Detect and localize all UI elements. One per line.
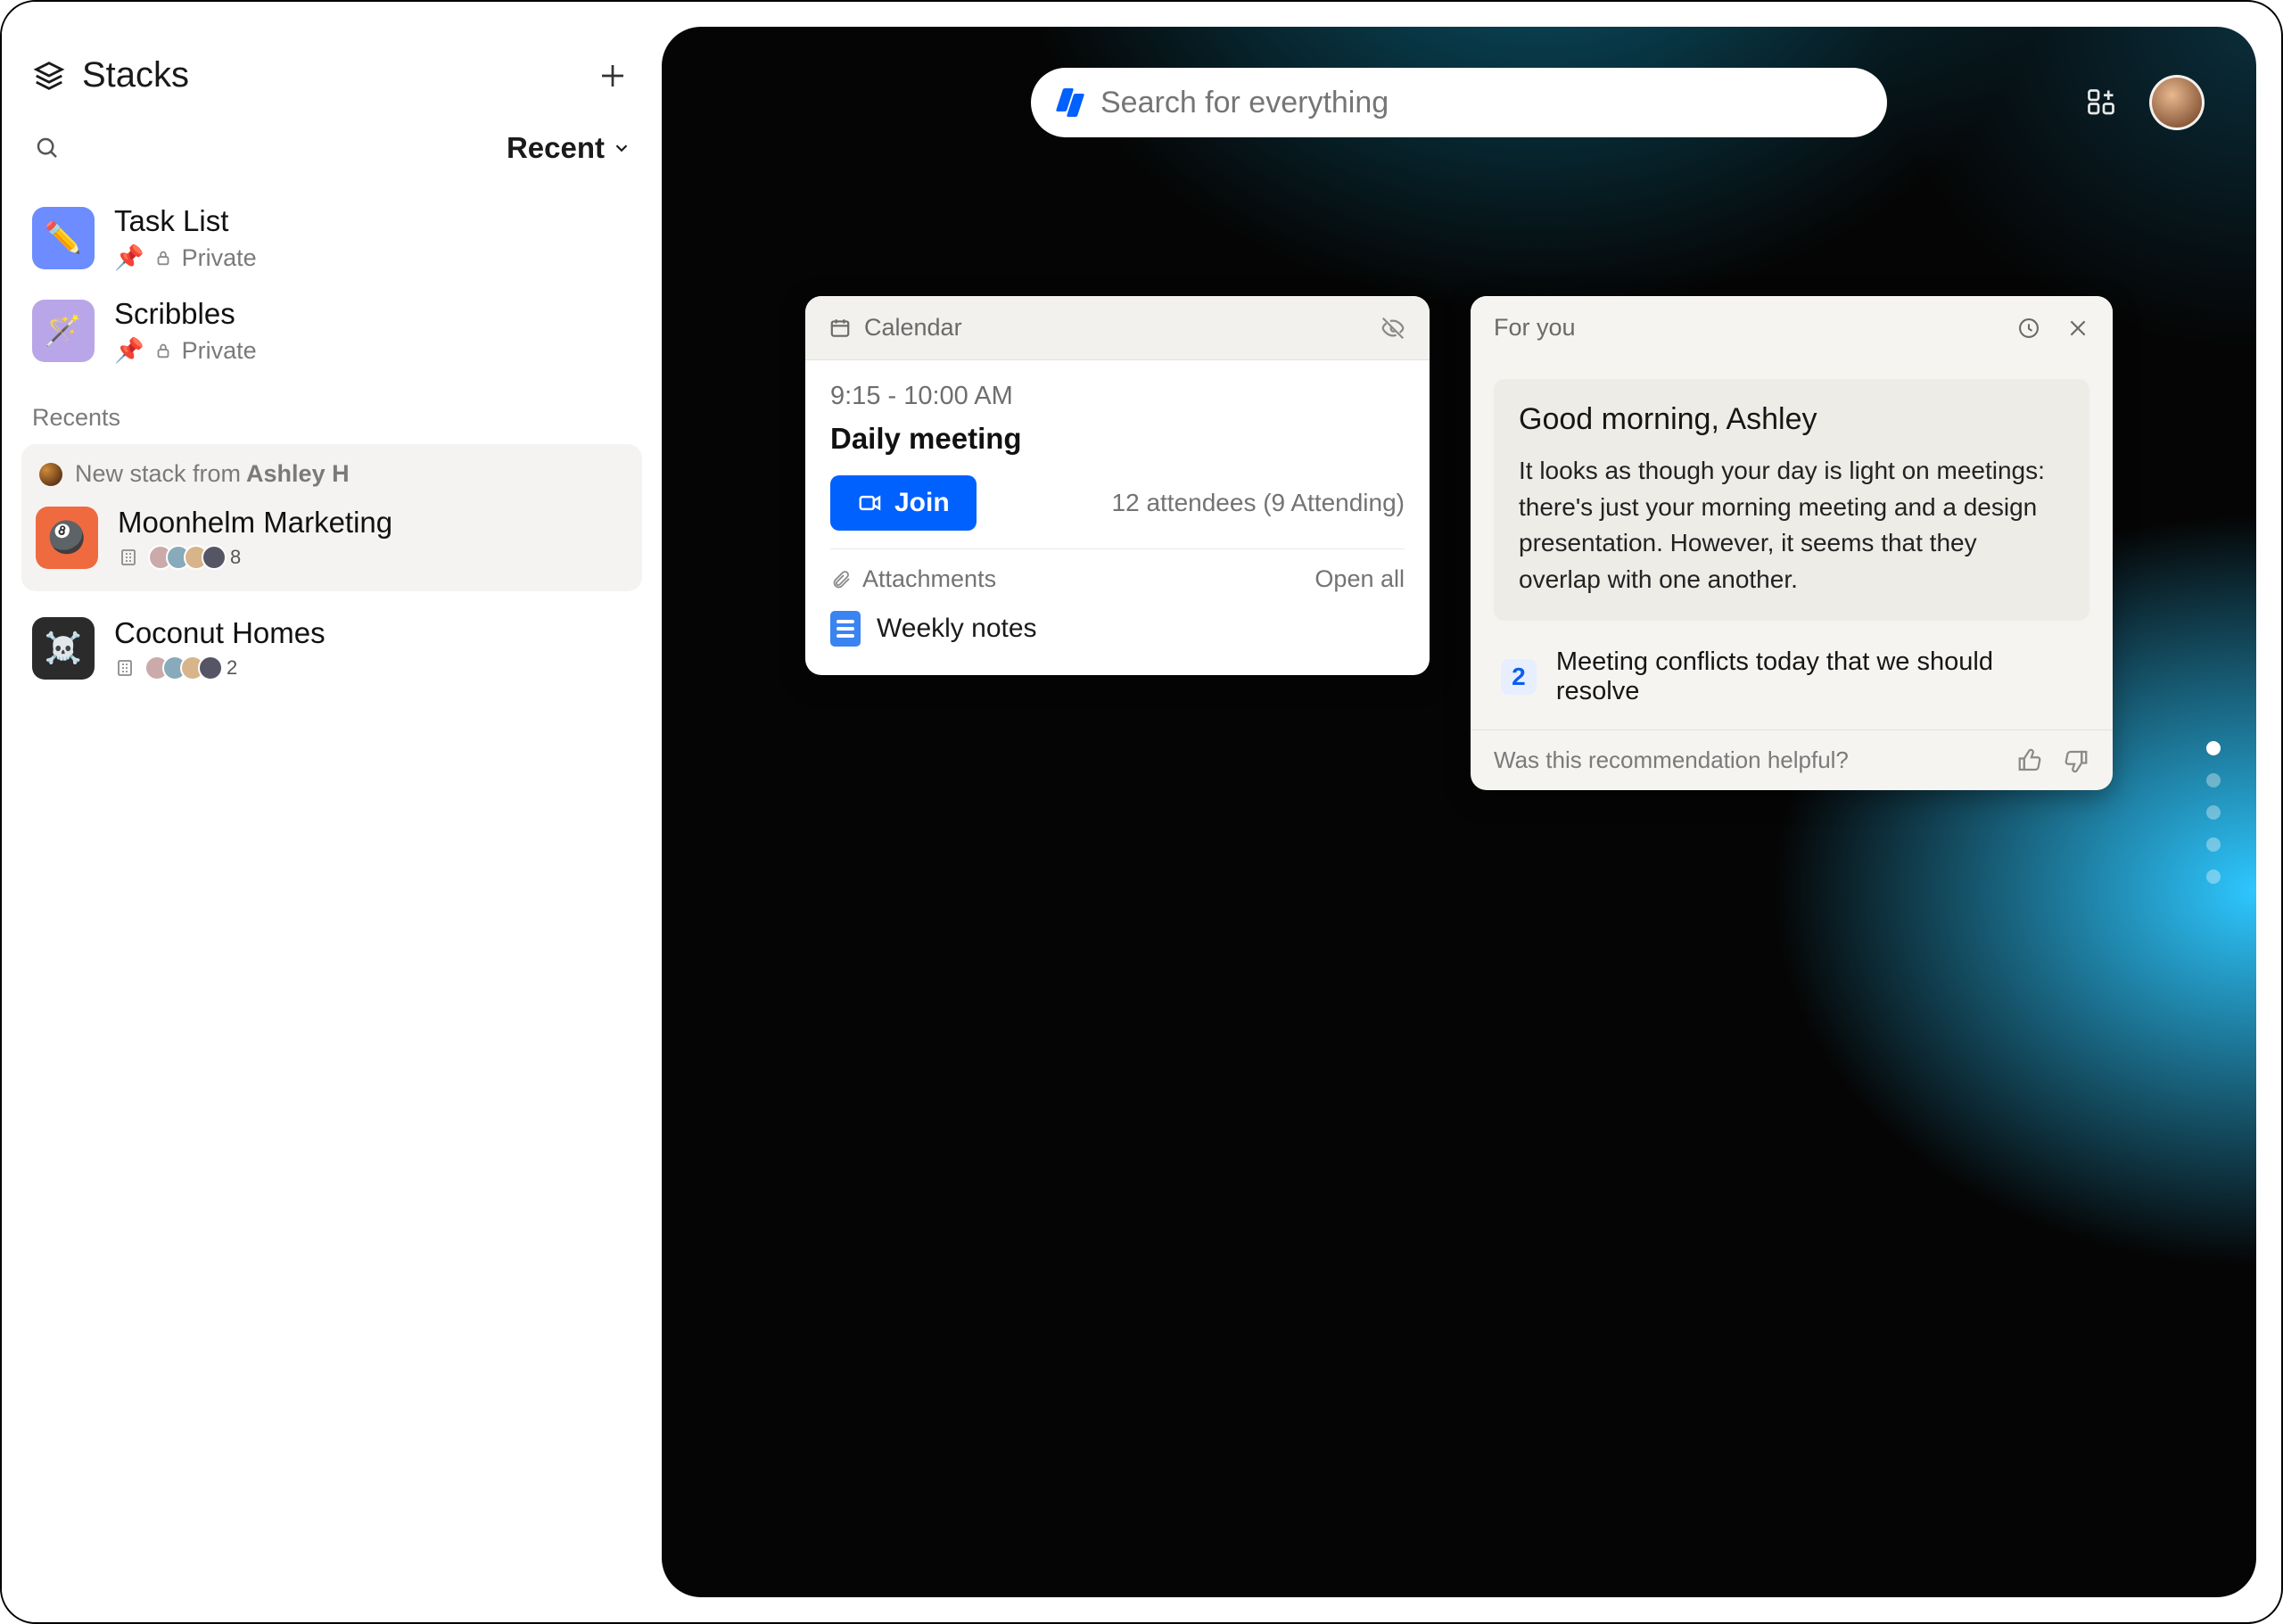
attendees-text: 12 attendees (9 Attending)	[1112, 489, 1405, 517]
hide-card-button[interactable]	[1380, 315, 1406, 342]
stack-meta: 8	[118, 545, 392, 570]
stack-item[interactable]: 🎱 Moonhelm Marketing 8	[34, 500, 630, 575]
summary-text: It looks as though your day is light on …	[1519, 453, 2065, 598]
main-canvas: Calendar 9:15 - 10:00 AM Daily meeting	[662, 2, 2281, 1622]
action-text: Meeting conflicts today that we should r…	[1556, 647, 2082, 706]
attachment-name: Weekly notes	[877, 614, 1037, 644]
pin-icon: 📌	[114, 243, 144, 272]
add-widget-button[interactable]	[2085, 87, 2117, 119]
new-stack-banner: New stack from Ashley H	[34, 458, 630, 500]
thumbs-down-icon	[2063, 747, 2089, 774]
sidebar-title: Stacks	[82, 55, 189, 95]
recents-highlight-group: New stack from Ashley H 🎱 Moonhelm Marke…	[21, 444, 642, 591]
greeting-text: Good morning, Ashley	[1519, 402, 2065, 437]
open-all-button[interactable]: Open all	[1315, 565, 1405, 593]
event-time: 9:15 - 10:00 AM	[830, 382, 1405, 411]
stack-icon: ✏️	[32, 207, 95, 269]
for-you-card-title: For you	[1494, 314, 1576, 342]
page-dot[interactable]	[2206, 870, 2221, 884]
page-dot[interactable]	[2206, 773, 2221, 787]
sort-dropdown[interactable]: Recent	[507, 131, 631, 165]
page-dot[interactable]	[2206, 741, 2221, 755]
attachments-label: Attachments	[862, 565, 996, 593]
stack-meta: 📌 Private	[114, 336, 257, 365]
stack-meta: 📌 Private	[114, 243, 257, 272]
eye-off-icon	[1380, 315, 1406, 342]
recents-heading: Recents	[27, 377, 637, 444]
org-icon	[118, 547, 139, 568]
member-avatars: 8	[148, 545, 241, 570]
stack-name: Task List	[114, 204, 257, 238]
event-title: Daily meeting	[830, 422, 1405, 456]
lock-icon	[153, 248, 173, 268]
stack-item[interactable]: 🪄 Scribbles 📌 Private	[27, 284, 637, 377]
document-icon	[830, 611, 861, 647]
attachment-icon	[830, 569, 852, 590]
calendar-card: Calendar 9:15 - 10:00 AM Daily meeting	[805, 296, 1430, 675]
page-indicator	[2206, 741, 2221, 884]
plus-icon	[597, 60, 629, 92]
widgets-icon	[2085, 87, 2117, 119]
thumbs-up-button[interactable]	[2016, 747, 2043, 774]
sort-label: Recent	[507, 131, 605, 165]
attachment-item[interactable]: Weekly notes	[830, 606, 1405, 666]
feedback-prompt: Was this recommendation helpful?	[1494, 746, 1849, 774]
thumbs-down-button[interactable]	[2063, 747, 2089, 774]
stack-name: Coconut Homes	[114, 616, 326, 650]
page-dot[interactable]	[2206, 805, 2221, 820]
stack-icon: 🎱	[36, 507, 98, 569]
history-button[interactable]	[2016, 316, 2041, 341]
member-avatars: 2	[144, 655, 237, 680]
global-search[interactable]	[1031, 68, 1887, 137]
close-card-button[interactable]	[2066, 317, 2089, 340]
search-icon	[34, 135, 61, 161]
suggested-action[interactable]: 2 Meeting conflicts today that we should…	[1494, 633, 2089, 730]
summary-block: Good morning, Ashley It looks as though …	[1494, 379, 2089, 621]
stack-name: Scribbles	[114, 297, 257, 331]
lock-icon	[153, 341, 173, 360]
stack-item[interactable]: ✏️ Task List 📌 Private	[27, 192, 637, 284]
profile-avatar[interactable]	[2149, 75, 2205, 130]
stack-icon: ☠️	[32, 617, 95, 680]
chevron-down-icon	[612, 138, 631, 158]
brand-logo-icon	[1056, 88, 1084, 117]
video-icon	[857, 490, 884, 516]
calendar-card-title: Calendar	[864, 314, 962, 342]
stack-icon: 🪄	[32, 300, 95, 362]
stack-meta: 2	[114, 655, 326, 680]
page-dot[interactable]	[2206, 837, 2221, 852]
stack-item[interactable]: ☠️ Coconut Homes 2	[27, 604, 637, 693]
stack-name: Moonhelm Marketing	[118, 506, 392, 540]
stacks-icon	[32, 59, 66, 93]
close-icon	[2066, 317, 2089, 340]
join-meeting-button[interactable]: Join	[830, 475, 977, 531]
thumbs-up-icon	[2016, 747, 2043, 774]
org-icon	[114, 657, 136, 679]
author-avatar	[39, 463, 62, 486]
new-stack-button[interactable]	[594, 57, 631, 95]
sidebar-search-button[interactable]	[32, 133, 62, 163]
sidebar: Stacks Recent ✏️ Task List 📌	[2, 2, 662, 1622]
pin-icon: 📌	[114, 336, 144, 365]
for-you-card: For you Good morni	[1471, 296, 2113, 790]
clock-icon	[2016, 316, 2041, 341]
action-count-badge: 2	[1501, 659, 1537, 695]
search-input[interactable]	[1100, 86, 1862, 120]
calendar-icon	[828, 317, 852, 340]
